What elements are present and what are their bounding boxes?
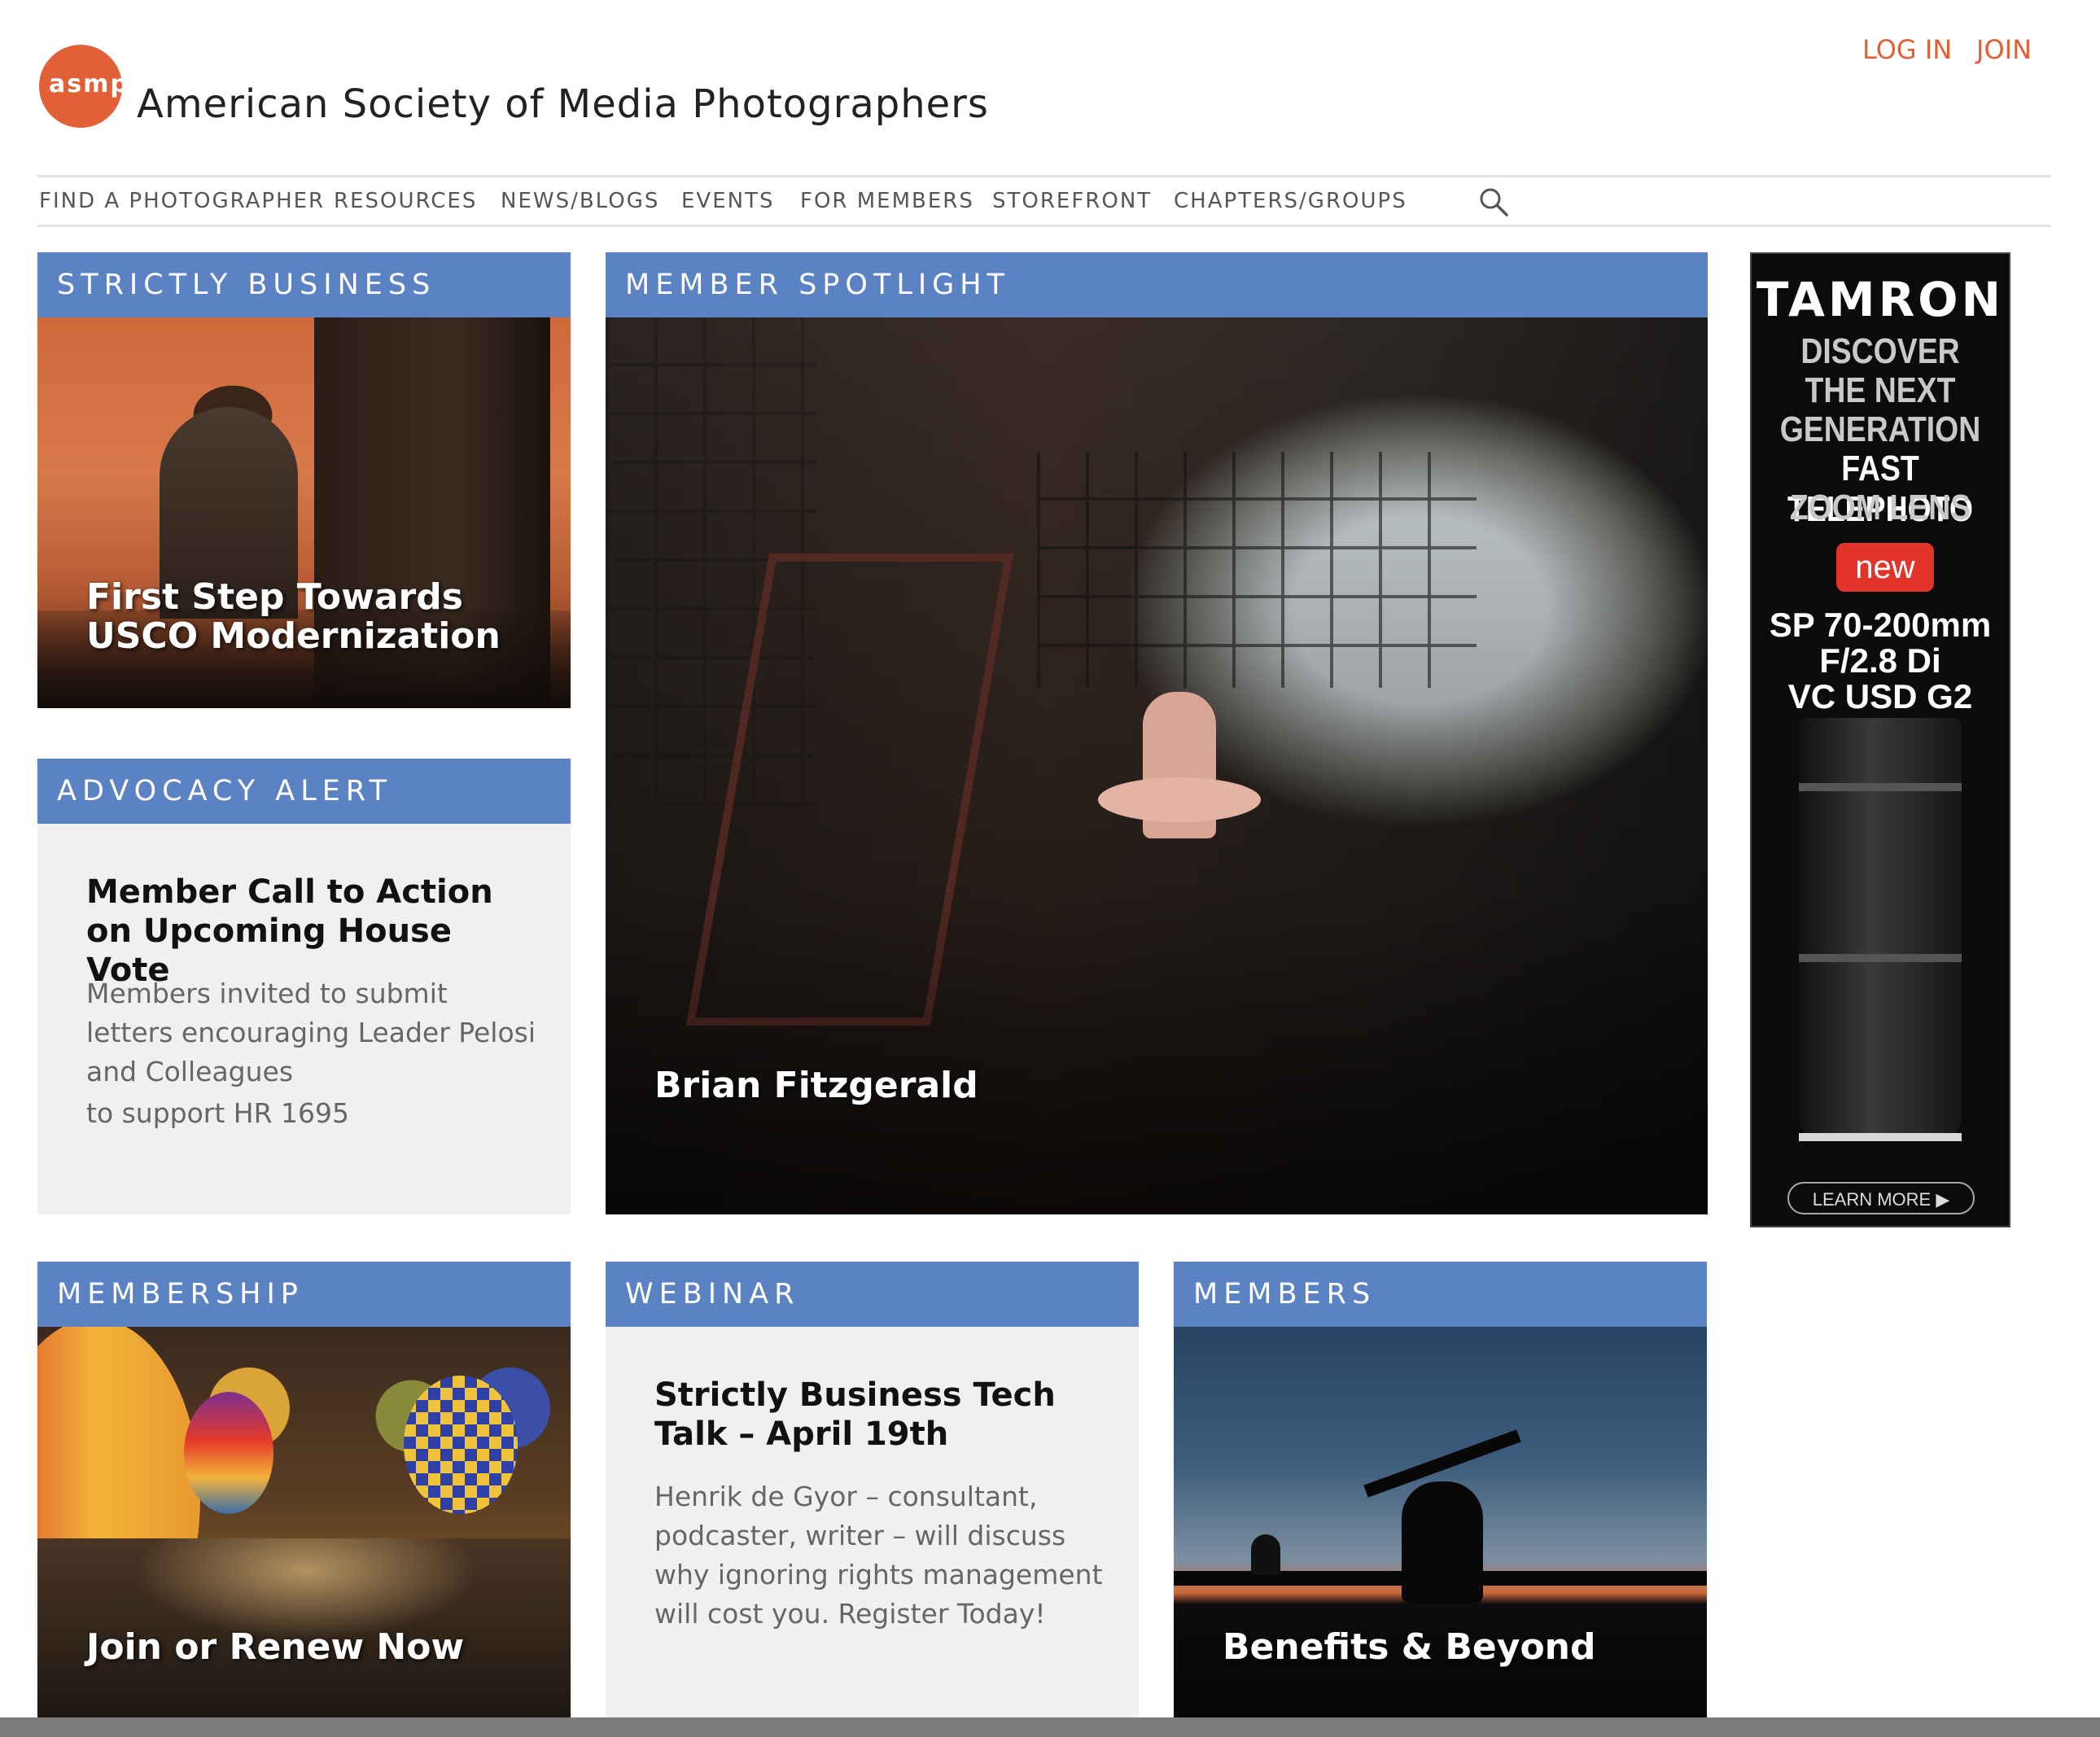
search-icon[interactable] — [1477, 186, 1510, 218]
advocacy-body-2: to support HR 1695 — [86, 1097, 350, 1129]
lens-ring — [1799, 783, 1962, 791]
panel-header: STRICTLY BUSINESS — [37, 252, 571, 317]
ad-brand: TAMRON — [1756, 272, 2005, 327]
ad-new-badge: new — [1836, 543, 1934, 592]
nav-item-for-members[interactable]: FOR MEMBERS — [800, 189, 974, 213]
striped-balloon — [184, 1392, 273, 1514]
advocacy-title[interactable]: Member Call to Action on Upcoming House … — [86, 873, 542, 990]
nav-divider-bottom — [37, 225, 2051, 227]
ad-learn-more-button[interactable]: LEARN MORE ▶ — [1787, 1182, 1975, 1214]
strictly-business-panel[interactable]: STRICTLY BUSINESS First Step Towards USC… — [37, 252, 571, 708]
strictly-business-title[interactable]: First Step Towards USCO Modernization — [86, 578, 542, 656]
ad-model-line: SP 70-200mm — [1769, 606, 1992, 644]
lens-ring — [1799, 954, 1962, 962]
nav-item-news-blogs[interactable]: NEWS/BLOGS — [501, 189, 659, 213]
nav-item-resources[interactable]: RESOURCES — [334, 189, 477, 213]
seated-figure — [1251, 1534, 1280, 1575]
webinar-title[interactable]: Strictly Business Tech Talk – April 19th — [654, 1376, 1110, 1454]
plane-body — [1402, 1481, 1483, 1604]
nav-item-storefront[interactable]: STOREFRONT — [992, 189, 1152, 213]
ad-line: GENERATION — [1779, 409, 1981, 449]
lens-ring — [1799, 1133, 1962, 1141]
nav-divider-top — [37, 175, 2051, 177]
join-link[interactable]: JOIN — [1976, 34, 2032, 65]
webinar-card[interactable]: Strictly Business Tech Talk – April 19th… — [606, 1327, 1139, 1717]
ad-model-line: VC USD G2 — [1787, 677, 1973, 715]
nav-item-chapters-groups[interactable]: CHAPTERS/GROUPS — [1174, 189, 1407, 213]
member-spotlight-panel[interactable]: MEMBER SPOTLIGHT Brian Fitzgerald — [606, 252, 1708, 1214]
bottom-scrollbar[interactable] — [0, 1717, 2100, 1737]
dancer-image[interactable]: Brian Fitzgerald — [606, 317, 1708, 1214]
webinar-body: Henrik de Gyor – consultant, podcaster, … — [654, 1481, 1103, 1630]
tutu — [1098, 777, 1261, 822]
members-title[interactable]: Benefits & Beyond — [1223, 1628, 1596, 1667]
advocacy-panel[interactable]: ADVOCACY ALERT Member Call to Action on … — [37, 759, 571, 1214]
panel-header: MEMBERS — [1174, 1262, 1707, 1327]
balloons-image[interactable]: Join or Renew Now — [37, 1327, 571, 1717]
capitol-image[interactable]: First Step Towards USCO Modernization — [37, 317, 571, 708]
members-panel[interactable]: MEMBERS Benefits & Beyond — [1174, 1262, 1707, 1717]
ad-model-line: F/2.8 Di — [1819, 641, 1941, 680]
advocacy-body: Members invited to submit letters encour… — [86, 978, 536, 1087]
ad-line: ZOOM LENS — [1789, 488, 1971, 527]
ad-line: DISCOVER — [1800, 331, 1960, 371]
window-frames — [1037, 452, 1477, 688]
lens-image — [1799, 718, 1962, 1141]
webinar-panel[interactable]: WEBINAR Strictly Business Tech Talk – Ap… — [606, 1262, 1139, 1717]
nav-item-find-a-photographer[interactable]: FIND A PHOTOGRAPHER — [39, 189, 325, 213]
floor-shadow — [606, 887, 1708, 1214]
checkered-balloon — [404, 1376, 518, 1514]
ad-line: THE NEXT — [1805, 370, 1956, 410]
panel-header: MEMBER SPOTLIGHT — [606, 252, 1708, 317]
login-link[interactable]: LOG IN — [1862, 34, 1952, 65]
membership-panel[interactable]: MEMBERSHIP Join or Renew Now — [37, 1262, 571, 1717]
airplane-image[interactable]: Benefits & Beyond — [1174, 1327, 1707, 1717]
tamron-ad[interactable]: TAMRON DISCOVER THE NEXT GENERATION FAST… — [1750, 252, 2010, 1227]
panel-header: MEMBERSHIP — [37, 1262, 571, 1327]
nav-item-events[interactable]: EVENTS — [681, 189, 774, 213]
logo-text: asmp — [49, 70, 129, 98]
site-name[interactable]: American Society of Media Photographers — [137, 81, 989, 127]
panel-header: ADVOCACY ALERT — [37, 759, 571, 824]
advocacy-card[interactable]: Member Call to Action on Upcoming House … — [37, 824, 571, 1214]
spotlight-name[interactable]: Brian Fitzgerald — [654, 1066, 978, 1105]
membership-title[interactable]: Join or Renew Now — [86, 1628, 464, 1667]
panel-header: WEBINAR — [606, 1262, 1139, 1327]
